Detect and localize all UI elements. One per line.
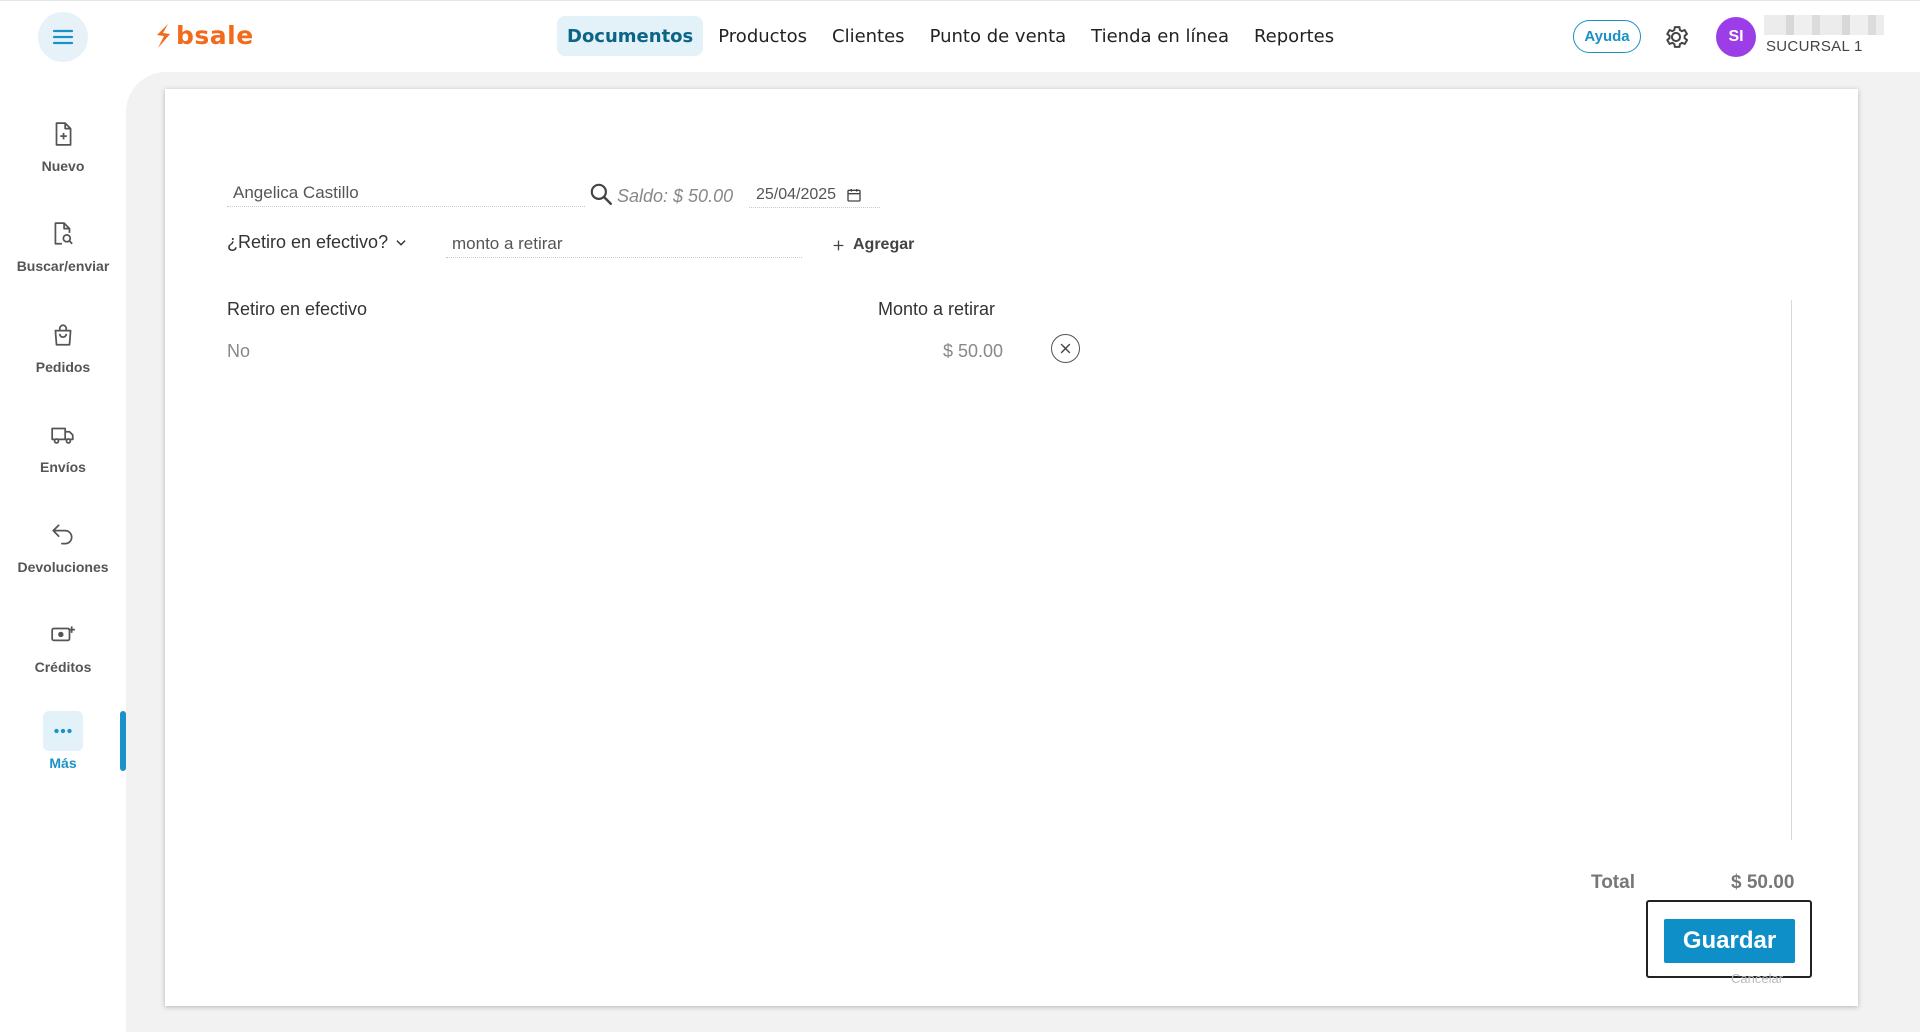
client-value: Angelica Castillo [233,183,359,202]
logo-bolt-icon [157,23,170,48]
document-card [165,89,1858,1006]
amount-placeholder: monto a retirar [452,234,563,253]
calendar-icon [847,188,861,202]
client-field[interactable]: Angelica Castillo [227,180,585,207]
sidebar-item-pedidos[interactable]: Pedidos [0,315,126,405]
user-name-redacted [1764,15,1884,35]
user-avatar[interactable]: SI [1716,17,1756,57]
cell-retiro: No [227,341,251,361]
bag-icon [54,324,72,346]
cell-monto: $ 50.00 [943,341,1004,361]
total-value: $ 50.00 [1731,872,1795,893]
sidebar-item-label: Buscar/enviar [16,258,110,274]
hamburger-icon [52,29,74,45]
money-plus-icon [51,626,75,642]
sidebar-item-buscar-enviar[interactable]: Buscar/enviar [0,214,126,304]
search-icon[interactable] [588,181,614,207]
divider [1791,300,1792,840]
date-value: 25/04/2025 [756,185,837,203]
sidebar-item-label: Pedidos [35,359,91,375]
total-label: Total [1591,872,1635,893]
withdraw-dropdown-label: ¿Retiro en efectivo? [227,232,389,252]
saldo-text: Saldo: $ 50.00 [617,186,734,206]
column-header-retiro: Retiro en efectivo [227,299,368,319]
main-nav: Documentos Productos Clientes Punto de v… [557,16,1349,56]
branch-label[interactable]: SUCURSAL 1 [1766,38,1863,55]
sidebar-item-label: Más [49,755,77,771]
more-dots-icon [54,728,72,734]
nav-reportes[interactable]: Reportes [1244,16,1344,56]
help-button[interactable]: Ayuda [1573,20,1641,53]
nav-productos[interactable]: Productos [708,16,817,56]
close-icon [1060,343,1071,354]
file-plus-icon [55,122,72,146]
cancel-link[interactable]: Cancelar [1731,971,1783,986]
sidebar-item-label: Nuevo [41,158,85,174]
top-bar: bsale Documentos Productos Clientes Punt… [0,0,1920,70]
date-field[interactable]: 25/04/2025 [749,182,880,208]
nav-documentos[interactable]: Documentos [557,16,704,56]
nav-clientes[interactable]: Clientes [822,16,915,56]
sidebar-item-label: Créditos [34,659,92,675]
nav-punto-de-venta[interactable]: Punto de venta [920,16,1077,56]
add-button[interactable]: Agregar [832,236,914,254]
withdraw-dropdown[interactable]: ¿Retiro en efectivo? [227,232,408,253]
sidebar-item-envios[interactable]: Envíos [0,415,126,505]
sidebar: Nuevo Buscar/enviar Pedidos Envíos Devol… [0,70,126,1032]
amount-input[interactable]: monto a retirar [446,231,802,258]
sidebar-item-nuevo[interactable]: Nuevo [0,114,126,204]
gear-icon[interactable] [1662,23,1690,51]
sidebar-item-devoluciones[interactable]: Devoluciones [0,515,126,605]
truck-icon [51,427,74,444]
hamburger-menu-button[interactable] [38,12,88,62]
return-arrow-icon [52,524,73,545]
sidebar-item-creditos[interactable]: Créditos [0,615,126,705]
bsale-logo[interactable]: bsale [154,21,254,50]
file-search-icon [54,222,73,245]
logo-text: bsale [176,21,254,50]
add-button-label: Agregar [853,236,915,253]
sidebar-item-mas[interactable]: Más [0,711,126,801]
delete-row-button[interactable] [1051,334,1080,363]
sidebar-item-label: Envíos [40,459,86,475]
plus-icon [833,240,844,250]
column-header-monto: Monto a retirar [878,299,996,319]
chevron-down-icon [396,239,406,246]
save-button[interactable]: Guardar [1664,919,1795,963]
sidebar-item-label: Devoluciones [17,559,109,575]
nav-tienda-en-linea[interactable]: Tienda en línea [1081,16,1239,56]
